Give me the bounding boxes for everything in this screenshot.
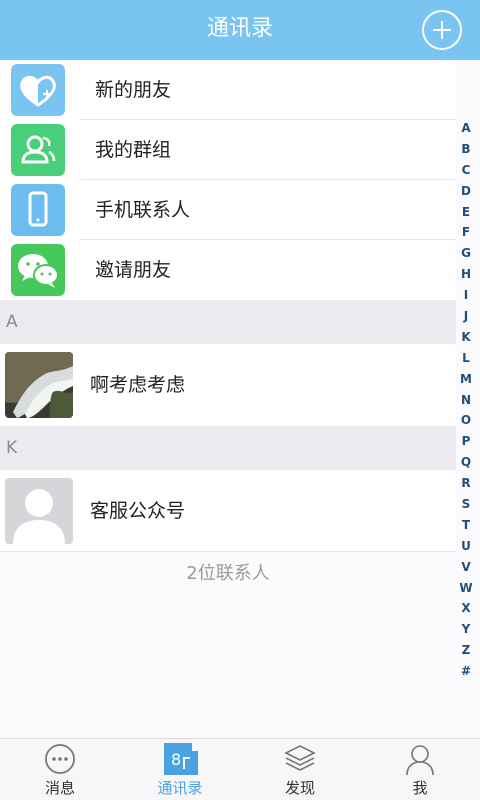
layers-icon bbox=[282, 743, 318, 775]
tab-messages[interactable]: 消息 bbox=[0, 739, 120, 800]
alphabet-letter[interactable]: S bbox=[454, 494, 478, 515]
alphabet-letter[interactable]: B bbox=[454, 139, 478, 160]
alphabet-letter[interactable]: D bbox=[454, 181, 478, 202]
avatar bbox=[5, 352, 73, 418]
tab-me[interactable]: 我 bbox=[360, 739, 480, 800]
alphabet-letter[interactable]: C bbox=[454, 160, 478, 181]
section-letter: A bbox=[6, 312, 18, 332]
alphabet-letter[interactable]: M bbox=[454, 369, 478, 390]
alphabet-letter[interactable]: V bbox=[454, 557, 478, 578]
contacts-icon: 8 bbox=[162, 743, 198, 775]
alphabet-letter[interactable]: H bbox=[454, 264, 478, 285]
section-header-a: A bbox=[0, 300, 456, 344]
phone-icon bbox=[11, 184, 65, 236]
alphabet-letter[interactable]: L bbox=[454, 348, 478, 369]
alphabet-letter[interactable]: F bbox=[454, 222, 478, 243]
tab-bar: 消息 8 通讯录 发现 我 bbox=[0, 738, 480, 800]
alphabet-letter[interactable]: P bbox=[454, 431, 478, 452]
menu-item-label: 我的群组 bbox=[95, 139, 172, 161]
alphabet-letter[interactable]: Z bbox=[454, 640, 478, 661]
alphabet-letter[interactable]: J bbox=[454, 306, 478, 327]
contact-row[interactable]: 客服公众号 bbox=[0, 470, 456, 552]
add-button[interactable] bbox=[422, 10, 462, 50]
alphabet-index[interactable]: A B C D E F G H I J K L M N O P Q R S T U V W X Y Z # bbox=[454, 118, 478, 682]
group-icon bbox=[11, 124, 65, 176]
contact-count: 2位联系人 bbox=[186, 563, 270, 584]
menu-item-label: 新的朋友 bbox=[95, 79, 172, 101]
alphabet-letter[interactable]: T bbox=[454, 515, 478, 536]
menu-item-new-friends[interactable]: 新的朋友 bbox=[0, 60, 456, 120]
heart-plus-icon bbox=[11, 64, 65, 116]
tab-label: 消息 bbox=[44, 779, 75, 797]
tab-label: 发现 bbox=[284, 779, 315, 797]
alphabet-letter[interactable]: I bbox=[454, 285, 478, 306]
section-header-k: K bbox=[0, 426, 456, 470]
tab-discover[interactable]: 发现 bbox=[240, 739, 360, 800]
contact-list: 新的朋友 我的群组 手机联系人 邀请朋友 A 啊考虑考虑 K 客服公众号 bbox=[0, 60, 456, 552]
menu-item-my-groups[interactable]: 我的群组 bbox=[0, 120, 456, 180]
person-icon bbox=[402, 743, 438, 776]
alphabet-letter[interactable]: R bbox=[454, 473, 478, 494]
avatar bbox=[5, 478, 73, 544]
contact-name: 啊考虑考虑 bbox=[90, 374, 186, 396]
wechat-icon bbox=[11, 244, 65, 296]
alphabet-letter[interactable]: G bbox=[454, 243, 478, 264]
alphabet-letter[interactable]: Q bbox=[454, 452, 478, 473]
alphabet-letter[interactable]: # bbox=[454, 661, 478, 682]
alphabet-letter[interactable]: X bbox=[454, 598, 478, 619]
alphabet-letter[interactable]: A bbox=[454, 118, 478, 139]
contact-row[interactable]: 啊考虑考虑 bbox=[0, 344, 456, 426]
menu-item-label: 手机联系人 bbox=[95, 199, 191, 221]
tab-label: 通讯录 bbox=[157, 779, 203, 797]
svg-text:8: 8 bbox=[171, 750, 181, 769]
page-title: 通讯录 bbox=[206, 16, 273, 41]
alphabet-letter[interactable]: Y bbox=[454, 619, 478, 640]
header-bar: 通讯录 bbox=[0, 0, 480, 60]
alphabet-letter[interactable]: E bbox=[454, 202, 478, 223]
menu-item-label: 邀请朋友 bbox=[95, 259, 172, 281]
alphabet-letter[interactable]: W bbox=[454, 578, 478, 599]
menu-item-phone-contacts[interactable]: 手机联系人 bbox=[0, 180, 456, 240]
alphabet-letter[interactable]: K bbox=[454, 327, 478, 348]
tab-contacts[interactable]: 8 通讯录 bbox=[120, 739, 240, 800]
contact-name: 客服公众号 bbox=[90, 500, 186, 522]
alphabet-letter[interactable]: O bbox=[454, 410, 478, 431]
menu-item-invite-friends[interactable]: 邀请朋友 bbox=[0, 240, 456, 300]
alphabet-letter[interactable]: U bbox=[454, 536, 478, 557]
section-letter: K bbox=[6, 438, 18, 458]
chat-bubble-icon bbox=[42, 743, 78, 775]
tab-label: 我 bbox=[412, 779, 428, 797]
alphabet-letter[interactable]: N bbox=[454, 390, 478, 411]
